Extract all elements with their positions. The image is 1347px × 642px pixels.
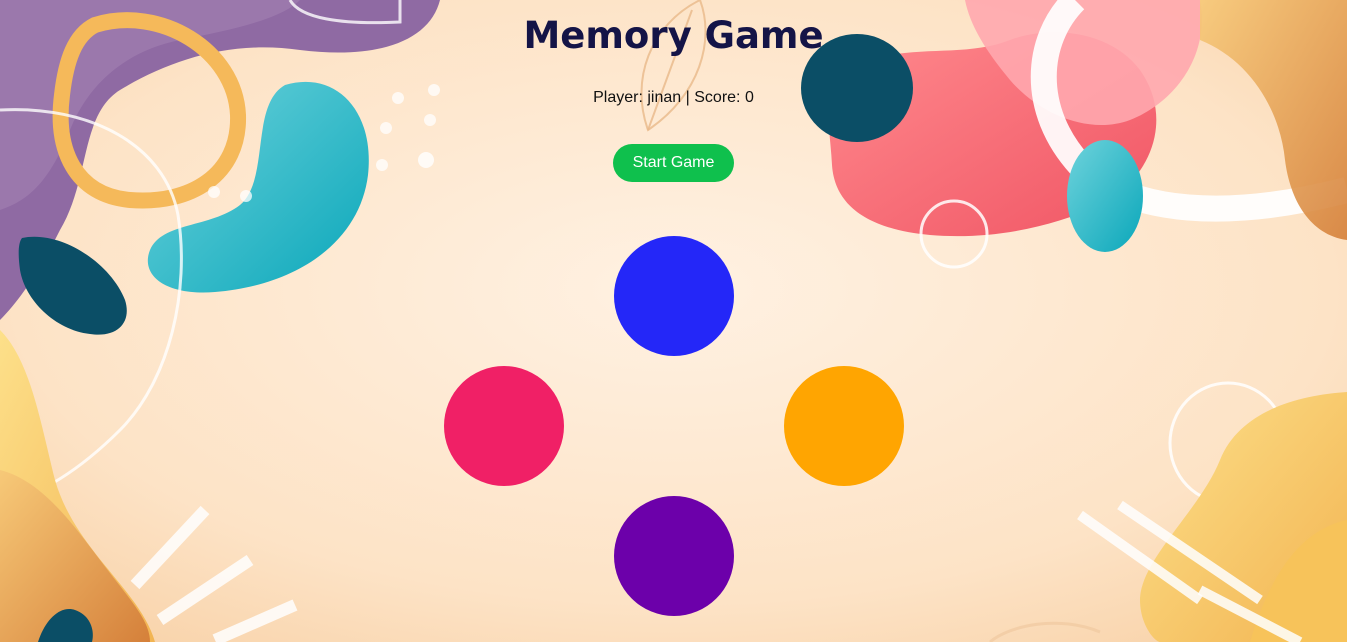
orange-pad[interactable]	[784, 366, 904, 486]
score-label: Score:	[694, 89, 741, 106]
blue-pad[interactable]	[614, 236, 734, 356]
player-name: jinan	[647, 89, 682, 106]
start-game-button[interactable]: Start Game	[613, 144, 734, 182]
player-label: Player:	[593, 89, 643, 106]
purple-pad[interactable]	[614, 496, 734, 616]
game-title: Memory Game	[523, 14, 824, 57]
red-pad[interactable]	[444, 366, 564, 486]
status-separator: |	[685, 89, 690, 106]
player-status: Player: jinan | Score: 0	[0, 89, 1347, 107]
game-container: Memory Game Player: jinan | Score: 0 Sta…	[0, 0, 1347, 642]
score-value: 0	[744, 89, 754, 106]
